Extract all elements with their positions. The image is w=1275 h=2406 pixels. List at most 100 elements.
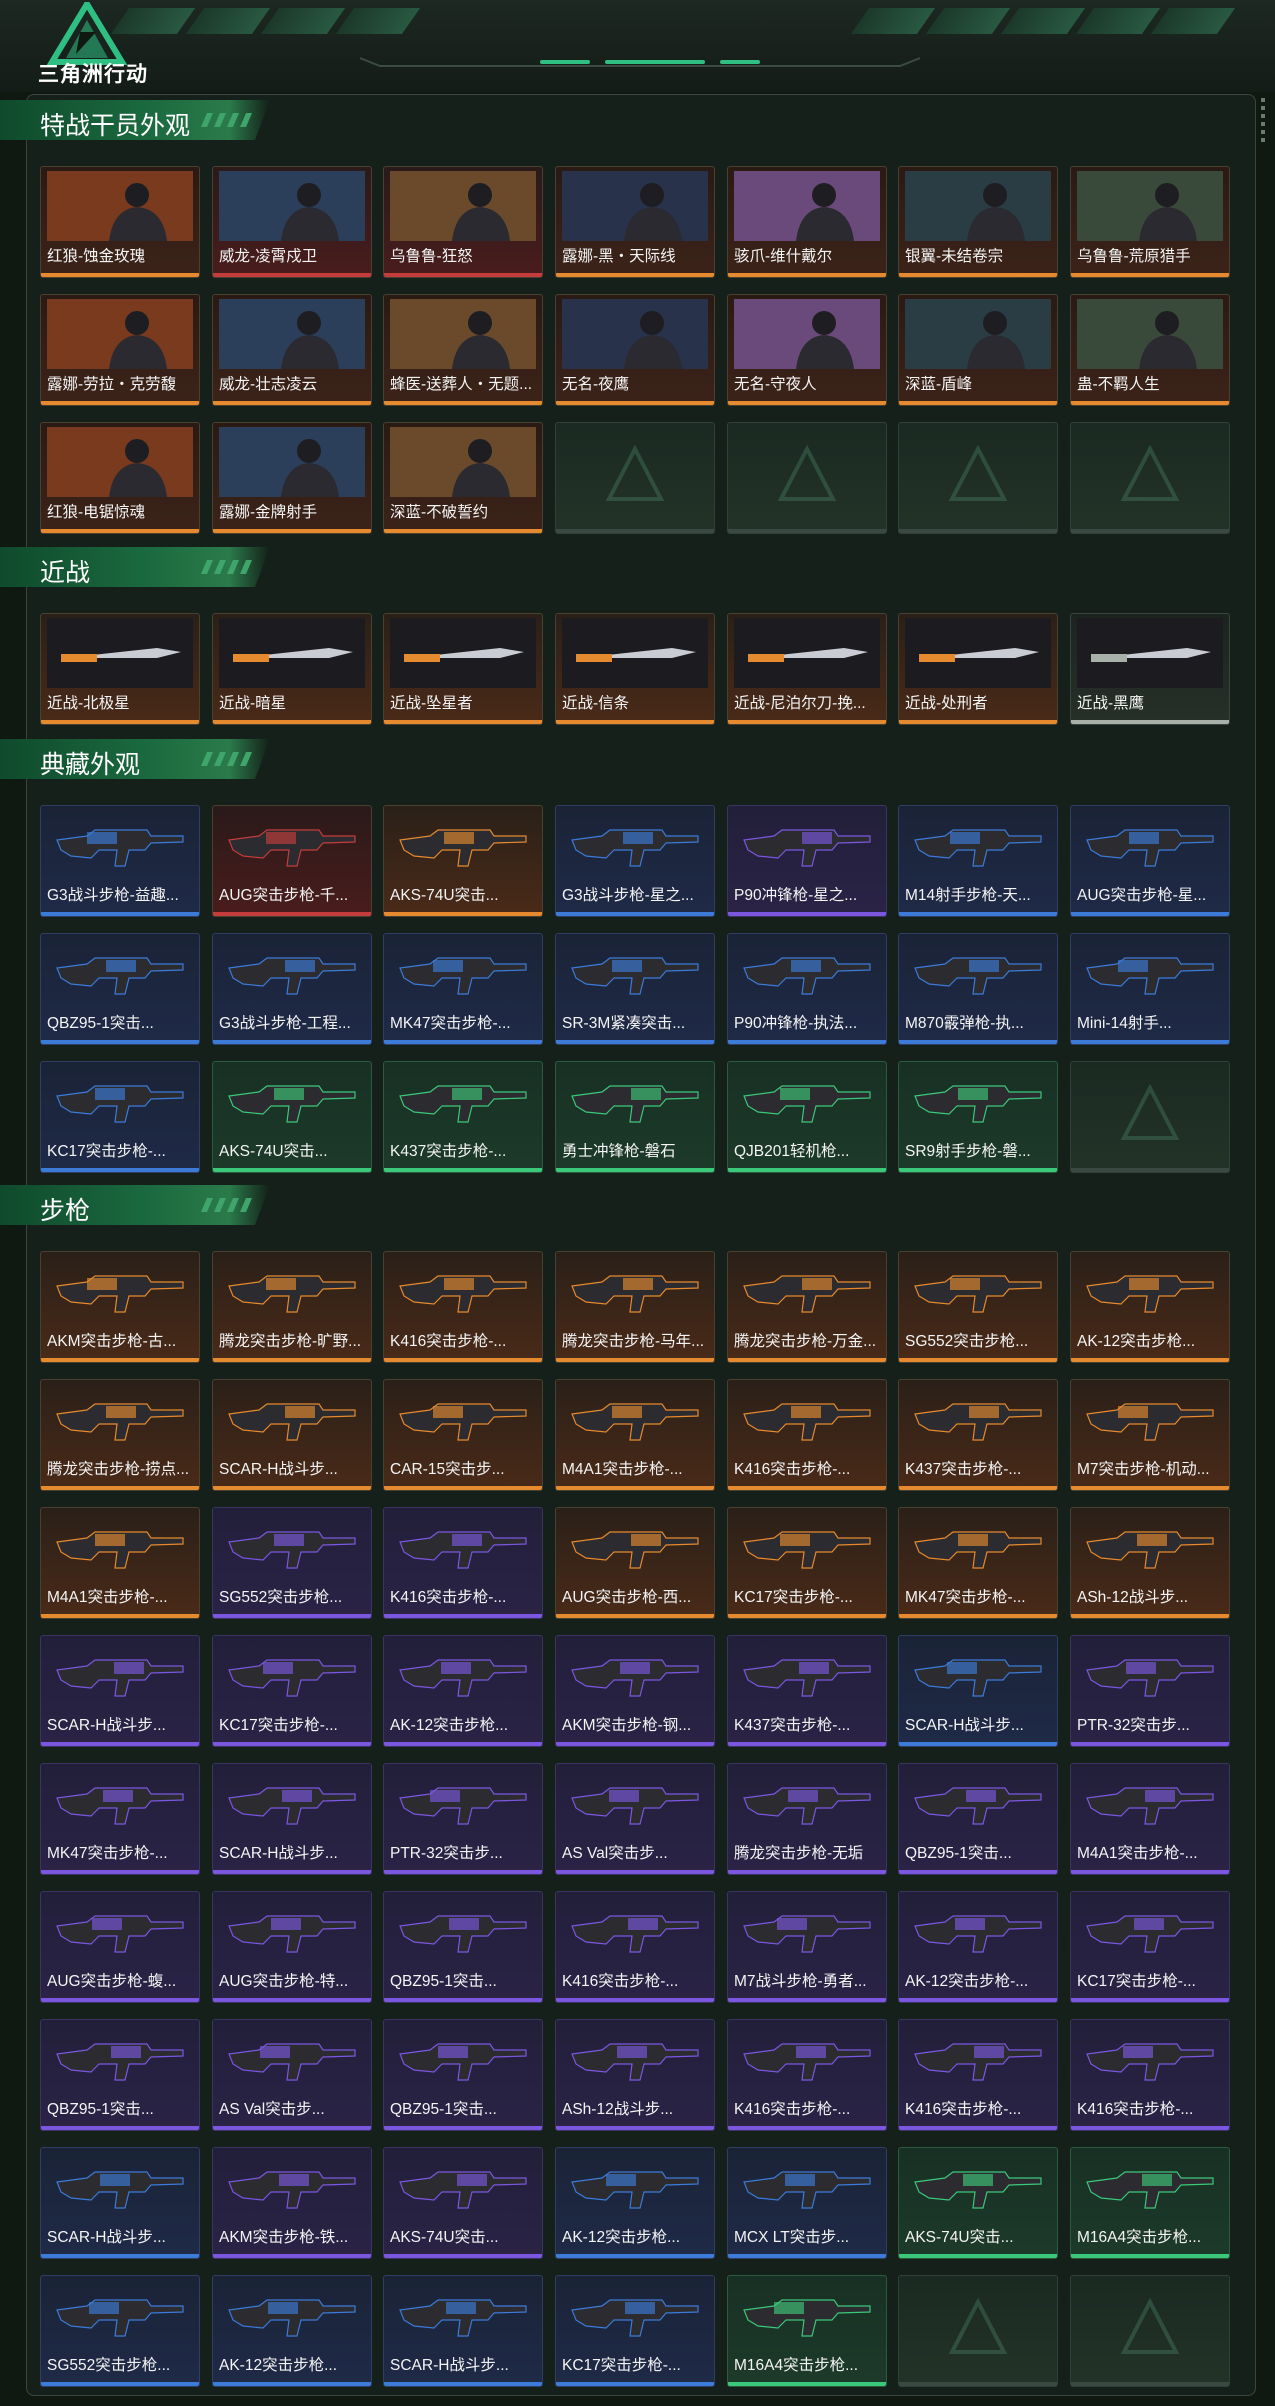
collection-item-card[interactable]: AK-12突击步枪...: [383, 1635, 543, 1747]
collection-item-card[interactable]: 银翼-未结卷宗: [898, 166, 1058, 278]
collection-item-card[interactable]: P90冲锋枪-执法...: [727, 933, 887, 1045]
collection-item-card[interactable]: MK47突击步枪-...: [898, 1507, 1058, 1619]
collection-item-card[interactable]: QBZ95-1突击...: [383, 2019, 543, 2131]
collection-item-card[interactable]: K437突击步枪-...: [383, 1061, 543, 1173]
collection-item-card[interactable]: 近战-北极星: [40, 613, 200, 725]
collection-item-card[interactable]: AUG突击步枪-星...: [1070, 805, 1230, 917]
collection-item-card[interactable]: M4A1突击步枪-...: [555, 1379, 715, 1491]
collection-item-card[interactable]: 腾龙突击步枪-旷野...: [212, 1251, 372, 1363]
collection-item-card[interactable]: SG552突击步枪...: [40, 2275, 200, 2387]
collection-item-card[interactable]: 近战-坠星者: [383, 613, 543, 725]
collection-item-card[interactable]: AUG突击步枪-蝮...: [40, 1891, 200, 2003]
collection-item-card[interactable]: AK-12突击步枪...: [555, 2147, 715, 2259]
collection-item-card[interactable]: 无名-夜鹰: [555, 294, 715, 406]
collection-item-card[interactable]: ASh-12战斗步...: [555, 2019, 715, 2131]
collection-item-card[interactable]: 骇爪-维什戴尔: [727, 166, 887, 278]
collection-item-card[interactable]: M16A4突击步枪...: [1070, 2147, 1230, 2259]
collection-item-card[interactable]: K416突击步枪-...: [383, 1251, 543, 1363]
scrollbar[interactable]: [1260, 94, 1266, 154]
collection-item-card[interactable]: 露娜-劳拉・克劳馥: [40, 294, 200, 406]
collection-item-card[interactable]: QJB201轻机枪...: [727, 1061, 887, 1173]
collection-item-card[interactable]: 近战-处刑者: [898, 613, 1058, 725]
collection-item-card[interactable]: AKM突击步枪-古...: [40, 1251, 200, 1363]
collection-item-card[interactable]: 乌鲁鲁-狂怒: [383, 166, 543, 278]
collection-item-card[interactable]: KC17突击步枪-...: [212, 1635, 372, 1747]
collection-item-card[interactable]: AUG突击步枪-特...: [212, 1891, 372, 2003]
collection-item-card[interactable]: 乌鲁鲁-荒原猎手: [1070, 166, 1230, 278]
collection-item-card[interactable]: M14射手步枪-天...: [898, 805, 1058, 917]
collection-item-card[interactable]: SR9射手步枪-磐...: [898, 1061, 1058, 1173]
collection-item-card[interactable]: 威龙-壮志凌云: [212, 294, 372, 406]
collection-item-card[interactable]: KC17突击步枪-...: [1070, 1891, 1230, 2003]
collection-item-card[interactable]: K437突击步枪-...: [727, 1635, 887, 1747]
collection-item-card[interactable]: MCX LT突击步...: [727, 2147, 887, 2259]
collection-item-card[interactable]: M16A4突击步枪...: [727, 2275, 887, 2387]
collection-item-card[interactable]: QBZ95-1突击...: [898, 1763, 1058, 1875]
collection-item-card[interactable]: SG552突击步枪...: [898, 1251, 1058, 1363]
collection-item-card[interactable]: 露娜-金牌射手: [212, 422, 372, 534]
collection-item-card[interactable]: SCAR-H战斗步...: [383, 2275, 543, 2387]
collection-item-card[interactable]: QBZ95-1突击...: [40, 2019, 200, 2131]
collection-item-card[interactable]: PTR-32突击步...: [1070, 1635, 1230, 1747]
collection-item-card[interactable]: 蛊-不羁人生: [1070, 294, 1230, 406]
collection-item-card[interactable]: M870霰弹枪-执...: [898, 933, 1058, 1045]
collection-item-card[interactable]: AKS-74U突击...: [212, 1061, 372, 1173]
collection-item-card[interactable]: AS Val突击步...: [212, 2019, 372, 2131]
collection-item-card[interactable]: 近战-暗星: [212, 613, 372, 725]
collection-item-card[interactable]: SCAR-H战斗步...: [40, 2147, 200, 2259]
collection-item-card[interactable]: KC17突击步枪-...: [40, 1061, 200, 1173]
collection-item-card[interactable]: 蜂医-送葬人・无题...: [383, 294, 543, 406]
collection-item-card[interactable]: 红狼-电锯惊魂: [40, 422, 200, 534]
collection-item-card[interactable]: G3战斗步枪-工程...: [212, 933, 372, 1045]
collection-item-card[interactable]: 红狼-蚀金玫瑰: [40, 166, 200, 278]
collection-item-card[interactable]: Mini-14射手...: [1070, 933, 1230, 1045]
collection-item-card[interactable]: K416突击步枪-...: [555, 1891, 715, 2003]
collection-item-card[interactable]: 威龙-凌霄戍卫: [212, 166, 372, 278]
collection-item-card[interactable]: MK47突击步枪-...: [383, 933, 543, 1045]
collection-item-card[interactable]: 深蓝-盾峰: [898, 294, 1058, 406]
collection-item-card[interactable]: G3战斗步枪-益趣...: [40, 805, 200, 917]
collection-item-card[interactable]: PTR-32突击步...: [383, 1763, 543, 1875]
collection-item-card[interactable]: 腾龙突击步枪-无垢: [727, 1763, 887, 1875]
collection-item-card[interactable]: 腾龙突击步枪-万金...: [727, 1251, 887, 1363]
collection-item-card[interactable]: AKS-74U突击...: [898, 2147, 1058, 2259]
collection-item-card[interactable]: 腾龙突击步枪-捞点...: [40, 1379, 200, 1491]
collection-item-card[interactable]: 深蓝-不破誓约: [383, 422, 543, 534]
collection-item-card[interactable]: K437突击步枪-...: [898, 1379, 1058, 1491]
collection-item-card[interactable]: KC17突击步枪-...: [727, 1507, 887, 1619]
collection-item-card[interactable]: AK-12突击步枪...: [1070, 1251, 1230, 1363]
collection-item-card[interactable]: SCAR-H战斗步...: [212, 1379, 372, 1491]
collection-item-card[interactable]: AK-12突击步枪-...: [898, 1891, 1058, 2003]
collection-item-card[interactable]: G3战斗步枪-星之...: [555, 805, 715, 917]
collection-item-card[interactable]: SG552突击步枪...: [212, 1507, 372, 1619]
collection-item-card[interactable]: 腾龙突击步枪-马年...: [555, 1251, 715, 1363]
collection-item-card[interactable]: SCAR-H战斗步...: [898, 1635, 1058, 1747]
collection-item-card[interactable]: 无名-守夜人: [727, 294, 887, 406]
collection-item-card[interactable]: K416突击步枪-...: [383, 1507, 543, 1619]
collection-item-card[interactable]: AKS-74U突击...: [383, 2147, 543, 2259]
collection-item-card[interactable]: 勇士冲锋枪-磐石: [555, 1061, 715, 1173]
collection-item-card[interactable]: 近战-信条: [555, 613, 715, 725]
collection-item-card[interactable]: 近战-黑鹰: [1070, 613, 1230, 725]
collection-item-card[interactable]: SCAR-H战斗步...: [212, 1763, 372, 1875]
collection-item-card[interactable]: MK47突击步枪-...: [40, 1763, 200, 1875]
collection-item-card[interactable]: AK-12突击步枪...: [212, 2275, 372, 2387]
collection-item-card[interactable]: QBZ95-1突击...: [40, 933, 200, 1045]
collection-item-card[interactable]: ASh-12战斗步...: [1070, 1507, 1230, 1619]
collection-item-card[interactable]: M4A1突击步枪-...: [1070, 1763, 1230, 1875]
collection-item-card[interactable]: K416突击步枪-...: [727, 1379, 887, 1491]
collection-item-card[interactable]: SCAR-H战斗步...: [40, 1635, 200, 1747]
collection-item-card[interactable]: KC17突击步枪-...: [555, 2275, 715, 2387]
collection-item-card[interactable]: M7突击步枪-机动...: [1070, 1379, 1230, 1491]
collection-item-card[interactable]: K416突击步枪-...: [1070, 2019, 1230, 2131]
collection-item-card[interactable]: 露娜-黑・天际线: [555, 166, 715, 278]
collection-item-card[interactable]: M4A1突击步枪-...: [40, 1507, 200, 1619]
collection-item-card[interactable]: AKS-74U突击...: [383, 805, 543, 917]
collection-item-card[interactable]: 近战-尼泊尔刀-挽...: [727, 613, 887, 725]
collection-item-card[interactable]: AKM突击步枪-铁...: [212, 2147, 372, 2259]
collection-item-card[interactable]: AKM突击步枪-钢...: [555, 1635, 715, 1747]
collection-item-card[interactable]: M7战斗步枪-勇者...: [727, 1891, 887, 2003]
collection-item-card[interactable]: K416突击步枪-...: [727, 2019, 887, 2131]
collection-item-card[interactable]: AS Val突击步...: [555, 1763, 715, 1875]
collection-item-card[interactable]: AUG突击步枪-西...: [555, 1507, 715, 1619]
